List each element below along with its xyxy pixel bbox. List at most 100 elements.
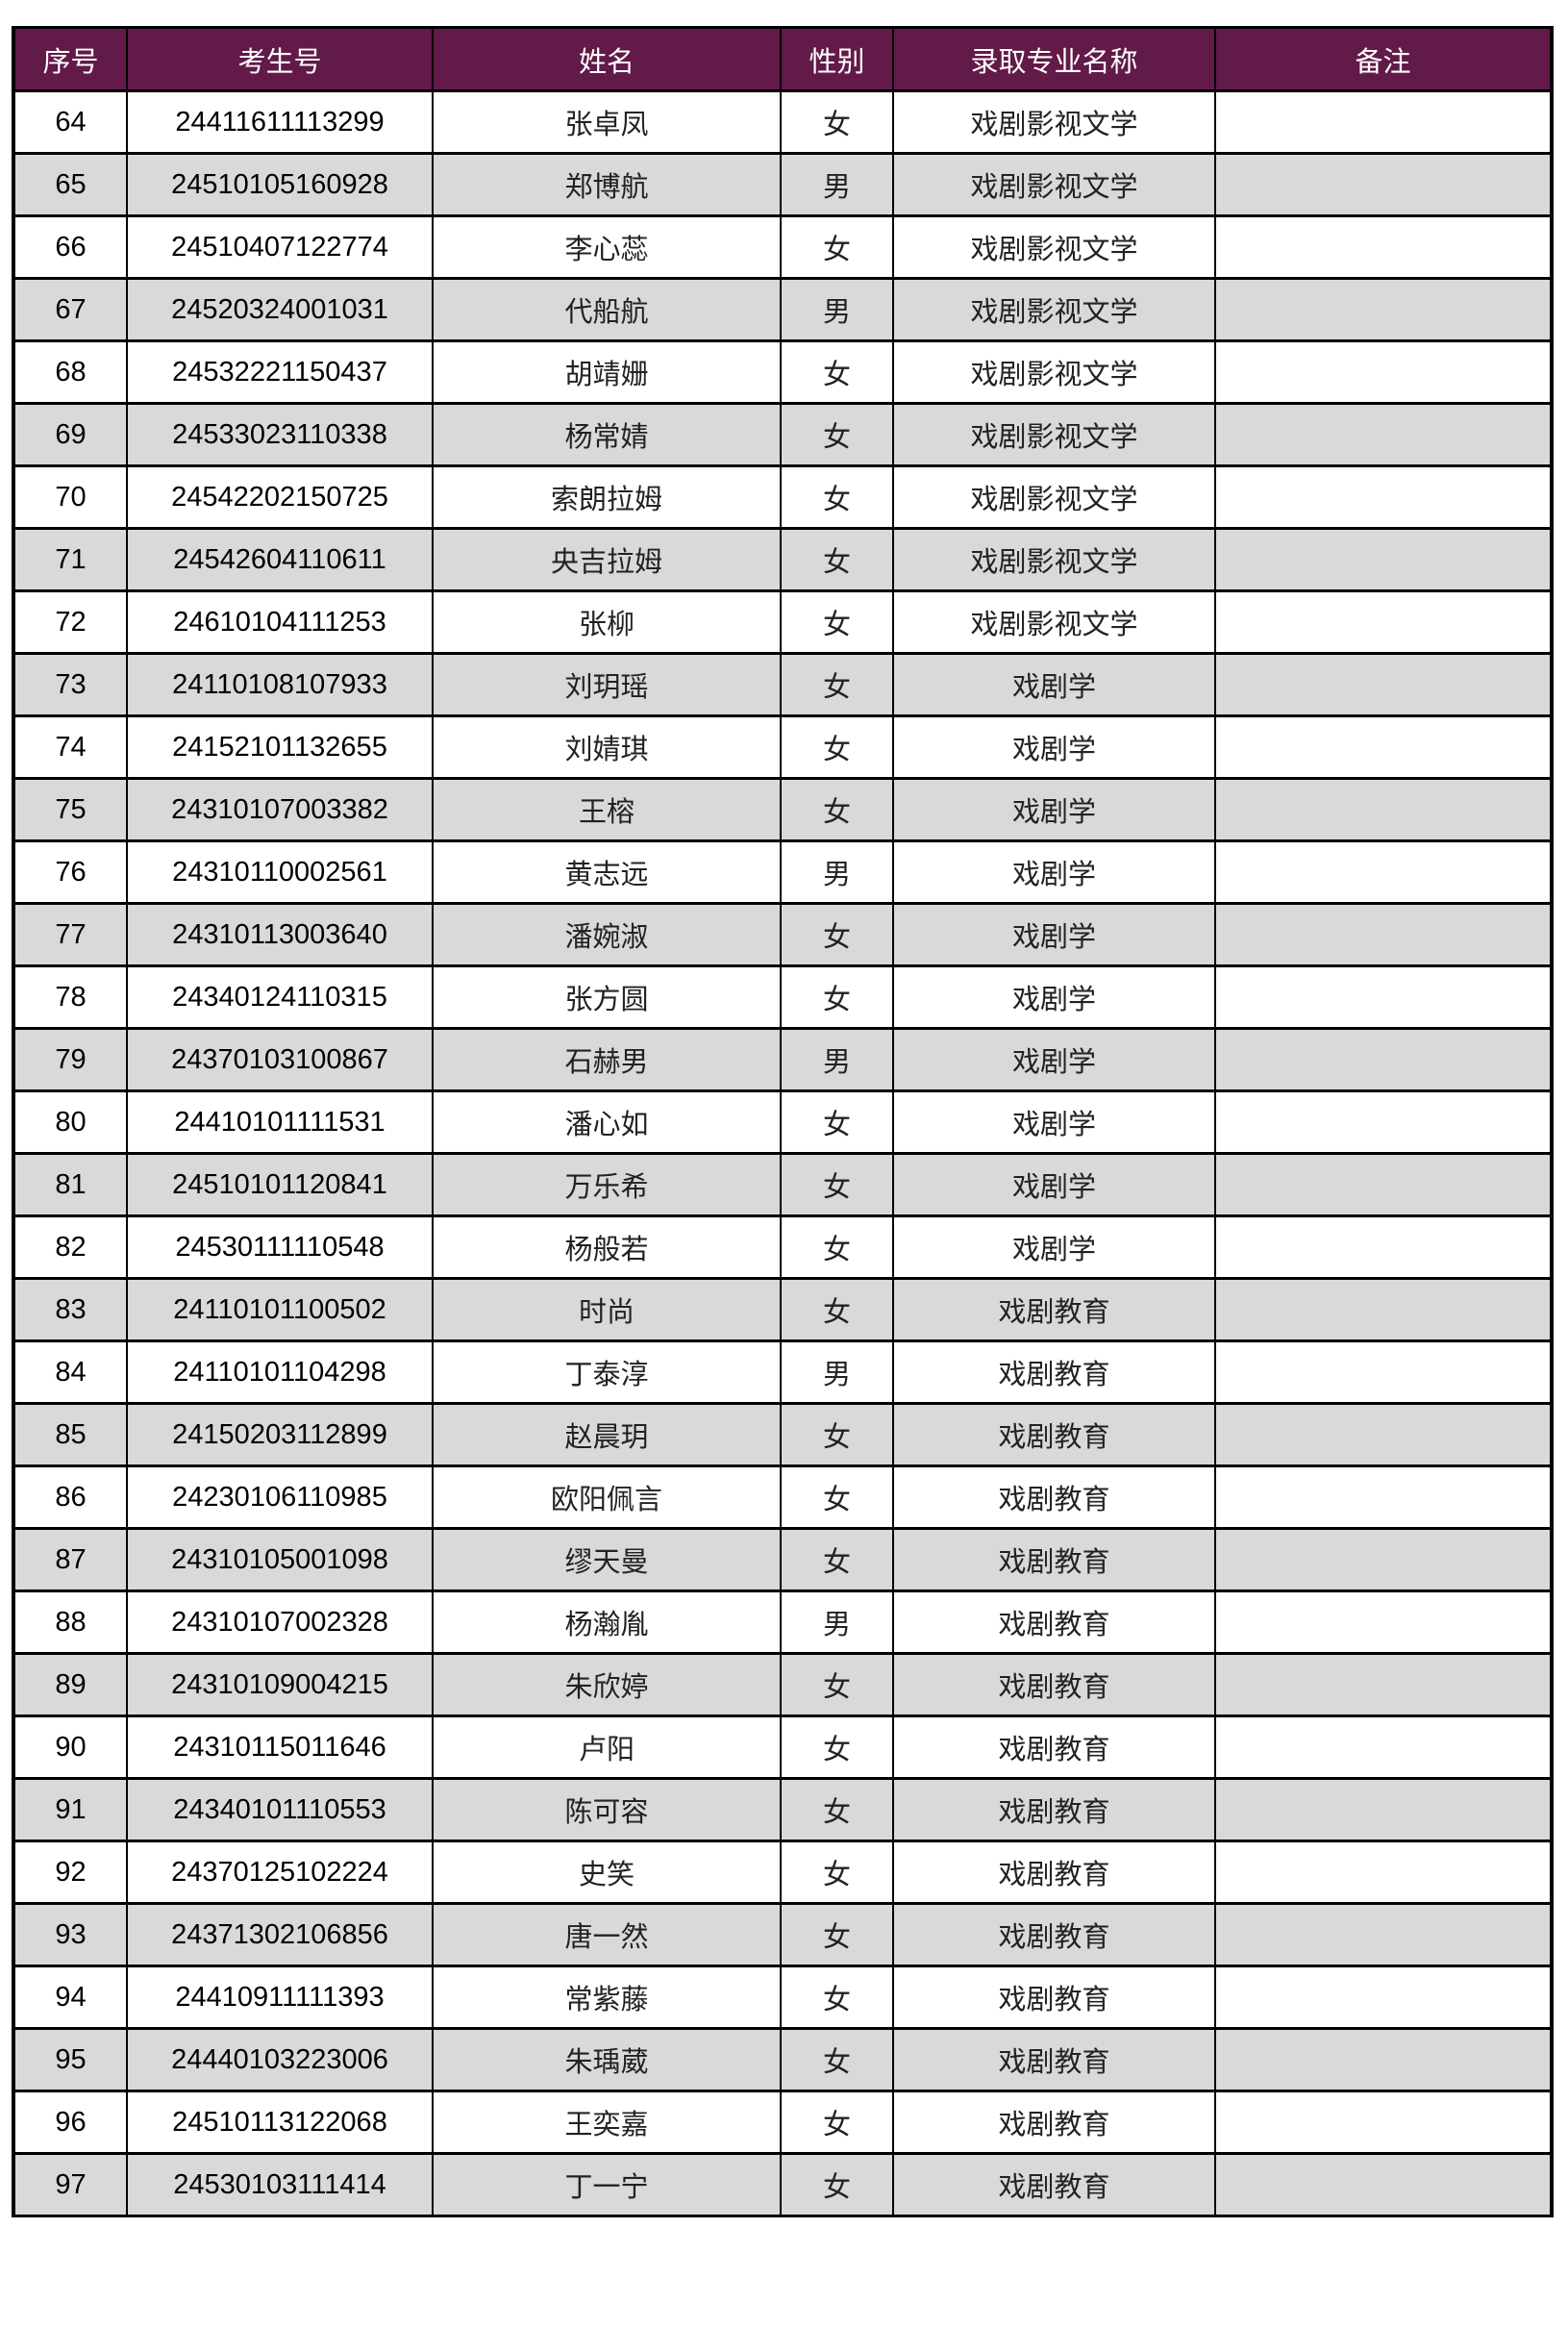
cell-name: 唐一然	[432, 1902, 782, 1967]
cell-exam-number: 24310107003382	[126, 777, 434, 842]
cell-exam-number: 24110108107933	[126, 652, 434, 717]
cell-name: 胡靖姗	[432, 339, 782, 405]
cell-major: 戏剧学	[892, 839, 1216, 905]
cell-sex: 女	[780, 89, 894, 155]
cell-index: 74	[12, 714, 128, 780]
cell-note	[1214, 277, 1554, 342]
cell-sex: 女	[780, 1152, 894, 1217]
cell-exam-number: 24411611113299	[126, 89, 434, 155]
cell-exam-number: 24371302106856	[126, 1902, 434, 1967]
table-row: 76 24310110002561 黄志远男戏剧学	[12, 839, 1554, 905]
cell-note	[1214, 902, 1554, 967]
table-row: 96 24510113122068 王奕嘉女戏剧教育	[12, 2090, 1554, 2155]
cell-major: 戏剧影视文学	[892, 214, 1216, 280]
cell-sex: 女	[780, 1277, 894, 1342]
cell-note	[1214, 1214, 1554, 1280]
cell-note	[1214, 1777, 1554, 1842]
table-row: 82 24530111110548 杨般若女戏剧学	[12, 1214, 1554, 1280]
cell-note	[1214, 839, 1554, 905]
cell-exam-number: 24530103111414	[126, 2152, 434, 2217]
cell-name: 万乐希	[432, 1152, 782, 1217]
table-row: 95 24440103223006 朱瑀葳女戏剧教育	[12, 2027, 1554, 2092]
cell-sex: 女	[780, 964, 894, 1030]
cell-major: 戏剧教育	[892, 1277, 1216, 1342]
cell-major: 戏剧影视文学	[892, 277, 1216, 342]
cell-index: 68	[12, 339, 128, 405]
cell-exam-number: 24310109004215	[126, 1652, 434, 1717]
cell-exam-number: 24340101110553	[126, 1777, 434, 1842]
cell-major: 戏剧影视文学	[892, 589, 1216, 655]
cell-index: 65	[12, 152, 128, 217]
cell-index: 94	[12, 1965, 128, 2030]
cell-exam-number: 24110101104298	[126, 1339, 434, 1405]
cell-exam-number: 24340124110315	[126, 964, 434, 1030]
cell-sex: 女	[780, 1840, 894, 1905]
cell-name: 杨般若	[432, 1214, 782, 1280]
table-row: 69 24533023110338 杨常婧女戏剧影视文学	[12, 402, 1554, 467]
cell-name: 赵晨玥	[432, 1402, 782, 1467]
cell-note	[1214, 339, 1554, 405]
cell-note	[1214, 1840, 1554, 1905]
cell-exam-number: 24510105160928	[126, 152, 434, 217]
cell-name: 丁一宁	[432, 2152, 782, 2217]
header-note: 备注	[1214, 26, 1554, 92]
cell-sex: 女	[780, 2027, 894, 2092]
cell-exam-number: 24110101100502	[126, 1277, 434, 1342]
cell-major: 戏剧影视文学	[892, 464, 1216, 530]
table-row: 74 24152101132655 刘婧琪女戏剧学	[12, 714, 1554, 780]
cell-index: 67	[12, 277, 128, 342]
cell-exam-number: 24532221150437	[126, 339, 434, 405]
cell-name: 缪天曼	[432, 1527, 782, 1592]
cell-sex: 女	[780, 1402, 894, 1467]
cell-name: 张柳	[432, 589, 782, 655]
cell-major: 戏剧教育	[892, 1715, 1216, 1780]
table-row: 91 24340101110553 陈可容女戏剧教育	[12, 1777, 1554, 1842]
cell-major: 戏剧影视文学	[892, 152, 1216, 217]
table-row: 78 24340124110315 张方圆女戏剧学	[12, 964, 1554, 1030]
cell-major: 戏剧影视文学	[892, 527, 1216, 592]
cell-note	[1214, 152, 1554, 217]
table-row: 73 24110108107933 刘玥瑶女戏剧学	[12, 652, 1554, 717]
cell-name: 丁泰淳	[432, 1339, 782, 1405]
cell-sex: 女	[780, 1089, 894, 1155]
cell-name: 王榕	[432, 777, 782, 842]
cell-sex: 男	[780, 152, 894, 217]
cell-index: 75	[12, 777, 128, 842]
cell-index: 83	[12, 1277, 128, 1342]
cell-name: 卢阳	[432, 1715, 782, 1780]
cell-note	[1214, 714, 1554, 780]
table-row: 75 24310107003382 王榕女戏剧学	[12, 777, 1554, 842]
cell-note	[1214, 1715, 1554, 1780]
cell-index: 95	[12, 2027, 128, 2092]
cell-exam-number: 24370125102224	[126, 1840, 434, 1905]
cell-note	[1214, 2027, 1554, 2092]
cell-name: 潘心如	[432, 1089, 782, 1155]
cell-name: 刘婧琪	[432, 714, 782, 780]
cell-note	[1214, 1652, 1554, 1717]
cell-sex: 女	[780, 1214, 894, 1280]
cell-name: 杨常婧	[432, 402, 782, 467]
cell-note	[1214, 214, 1554, 280]
table-row: 79 24370103100867 石赫男男戏剧学	[12, 1027, 1554, 1092]
cell-sex: 女	[780, 402, 894, 467]
cell-index: 72	[12, 589, 128, 655]
cell-note	[1214, 1027, 1554, 1092]
cell-name: 刘玥瑶	[432, 652, 782, 717]
cell-exam-number: 24533023110338	[126, 402, 434, 467]
table-row: 67 24520324001031 代船航男戏剧影视文学	[12, 277, 1554, 342]
cell-exam-number: 24510101120841	[126, 1152, 434, 1217]
cell-note	[1214, 652, 1554, 717]
cell-major: 戏剧学	[892, 902, 1216, 967]
admission-table: 序号 考生号 姓名 性别 录取专业名称 备注 64 24411611113299 张…	[12, 26, 1554, 2217]
cell-exam-number: 24230106110985	[126, 1464, 434, 1530]
cell-sex: 女	[780, 214, 894, 280]
cell-name: 张卓凤	[432, 89, 782, 155]
cell-sex: 女	[780, 2090, 894, 2155]
table-row: 64 24411611113299 张卓凤女戏剧影视文学	[12, 89, 1554, 155]
cell-major: 戏剧学	[892, 1089, 1216, 1155]
cell-index: 70	[12, 464, 128, 530]
table-row: 81 24510101120841 万乐希女戏剧学	[12, 1152, 1554, 1217]
table-row: 93 24371302106856 唐一然女戏剧教育	[12, 1902, 1554, 1967]
table-row: 66 24510407122774 李心蕊女戏剧影视文学	[12, 214, 1554, 280]
cell-major: 戏剧学	[892, 964, 1216, 1030]
